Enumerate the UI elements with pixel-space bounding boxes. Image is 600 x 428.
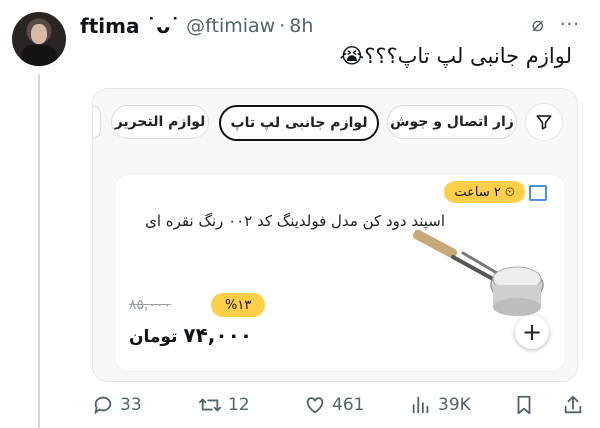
current-price: ۷۴,۰۰۰ تومان	[129, 323, 252, 347]
filter-icon	[536, 115, 552, 130]
views-icon	[412, 396, 429, 414]
tweet-time[interactable]: 8h	[289, 15, 313, 37]
embedded-image-card[interactable]: لوازم التحریر لوازم جانبی لپ تاپ زار اتص…	[92, 88, 578, 382]
discount-badge: %۱۳	[211, 293, 266, 317]
filter-button[interactable]	[525, 103, 563, 141]
retweet-icon	[199, 398, 221, 412]
chip-laptop-accessories[interactable]: لوازم جانبی لپ تاپ	[219, 105, 379, 141]
share-icon	[564, 395, 582, 414]
bookmark-icon	[517, 395, 531, 415]
chip-welding-tools[interactable]: زار اتصال و جوش	[387, 105, 517, 139]
avatar[interactable]	[12, 12, 66, 66]
retweet-count: 12	[228, 395, 250, 415]
add-to-cart-button[interactable]: +	[515, 315, 549, 349]
display-name[interactable]: ftima ˙ᴗ˙	[80, 14, 180, 38]
header-icons: ⌀ ···	[532, 12, 580, 36]
grok-icon[interactable]: ⌀	[532, 12, 544, 36]
clock-icon: ⏲	[504, 184, 515, 200]
avatar-body	[21, 45, 57, 66]
views-count: 39K	[438, 395, 471, 415]
thread-line	[38, 74, 40, 428]
delivery-time-text: ۲ ساعت	[454, 184, 501, 200]
product-card[interactable]: ⏲ ۲ ساعت اسپند دود کن مدل فولدینگ کد ۰۰۲…	[115, 175, 565, 371]
delivery-time-badge: ⏲ ۲ ساعت	[444, 181, 525, 203]
tweet-header: ftima ˙ᴗ˙ @ftimiaw · 8h ⌀ ···	[80, 12, 580, 40]
more-icon[interactable]: ···	[560, 14, 580, 35]
product-image[interactable]	[405, 227, 545, 327]
retweet-button[interactable]: 12	[198, 394, 250, 416]
separator-dot: ·	[279, 15, 286, 37]
avatar-face	[31, 24, 47, 44]
reply-count: 33	[120, 395, 142, 415]
chip-partial[interactable]	[93, 105, 101, 139]
user-handle[interactable]: @ftimiaw	[186, 15, 275, 37]
share-button[interactable]	[562, 394, 584, 416]
product-title[interactable]: اسپند دود کن مدل فولدینگ کد ۰۰۲ رنگ نقره…	[125, 207, 445, 235]
heart-icon	[306, 397, 324, 414]
category-filter-bar: لوازم التحریر لوازم جانبی لپ تاپ زار اتص…	[93, 99, 577, 143]
reply-button[interactable]: 33	[92, 394, 142, 416]
like-count: 461	[332, 395, 365, 415]
price-value: ۷۴,۰۰۰	[183, 323, 253, 347]
bookmark-button[interactable]	[514, 394, 534, 416]
old-price: ۸۵,۰۰۰	[129, 297, 172, 313]
tweet-actions: 33 12 461 39K	[92, 394, 588, 422]
price-unit: تومان	[129, 327, 178, 347]
chip-stationery[interactable]: لوازم التحریر	[111, 105, 209, 139]
views-button[interactable]: 39K	[410, 394, 471, 416]
store-icon	[529, 185, 547, 201]
reply-icon	[94, 396, 112, 415]
tweet-text: لوازم جانبی لپ تاپ؟؟؟😭	[339, 44, 572, 68]
like-button[interactable]: 461	[304, 394, 364, 416]
